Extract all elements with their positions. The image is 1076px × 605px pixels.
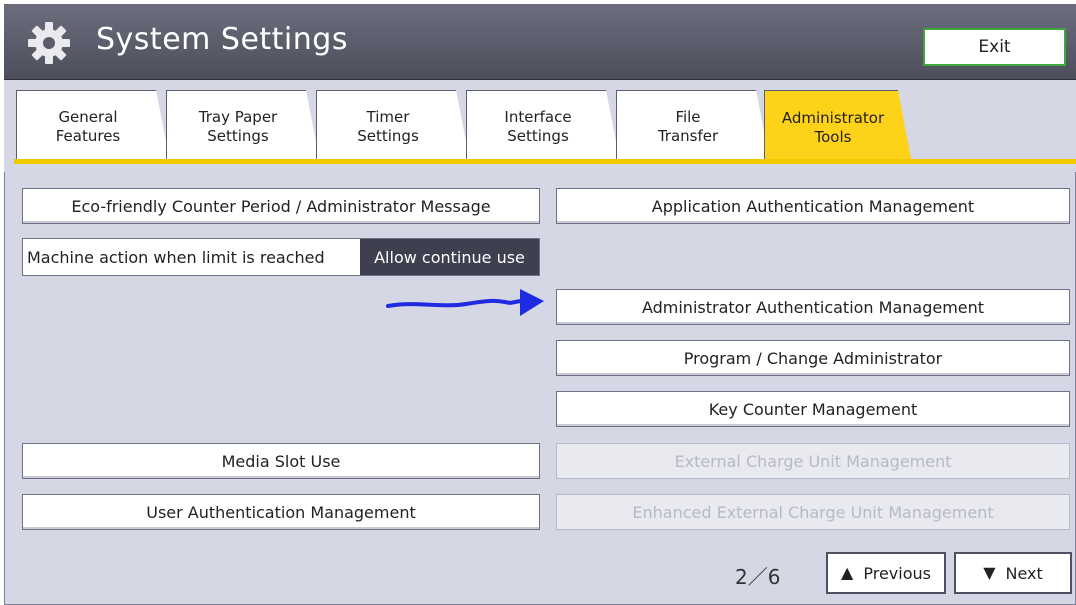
tab-administrator-tools[interactable]: Administrator Tools	[764, 90, 912, 164]
machine-action-value[interactable]: Allow continue use	[360, 239, 539, 275]
tab-file-transfer[interactable]: File Transfer	[616, 90, 770, 162]
page-indicator: 2／6	[735, 565, 781, 589]
tab-interface-settings[interactable]: Interface Settings	[466, 90, 620, 162]
tab-general-features[interactable]: General Features	[16, 90, 170, 162]
media-slot-use-button[interactable]: Media Slot Use	[22, 443, 540, 479]
triangle-down-icon: ▼	[983, 563, 996, 582]
key-counter-management-button[interactable]: Key Counter Management	[556, 391, 1070, 427]
eco-friendly-counter-button[interactable]: Eco-friendly Counter Period / Administra…	[22, 188, 540, 224]
application-authentication-management-button[interactable]: Application Authentication Management	[556, 188, 1070, 224]
external-charge-unit-management-button: External Charge Unit Management	[556, 443, 1070, 479]
tab-underline	[14, 159, 1076, 164]
enhanced-external-charge-unit-management-button: Enhanced External Charge Unit Management	[556, 494, 1070, 530]
tab-timer-settings[interactable]: Timer Settings	[316, 90, 470, 162]
administrator-authentication-management-button[interactable]: Administrator Authentication Management	[556, 289, 1070, 325]
machine-action-setting[interactable]: Machine action when limit is reached All…	[22, 238, 540, 276]
triangle-up-icon: ▲	[841, 563, 854, 582]
program-change-administrator-button[interactable]: Program / Change Administrator	[556, 340, 1070, 376]
machine-action-label: Machine action when limit is reached	[27, 247, 325, 267]
previous-label: Previous	[863, 563, 931, 583]
user-authentication-management-button[interactable]: User Authentication Management	[22, 494, 540, 530]
window-title: System Settings	[96, 22, 348, 57]
exit-button[interactable]: Exit	[923, 28, 1066, 66]
tab-tray-paper-settings[interactable]: Tray Paper Settings	[166, 90, 320, 162]
next-button[interactable]: ▼ Next	[954, 552, 1072, 594]
next-label: Next	[1005, 563, 1043, 583]
gear-icon	[28, 22, 70, 64]
annotation-arrow-icon	[386, 289, 544, 316]
previous-button[interactable]: ▲ Previous	[826, 552, 946, 594]
title-bar: System Settings Exit	[4, 4, 1076, 80]
